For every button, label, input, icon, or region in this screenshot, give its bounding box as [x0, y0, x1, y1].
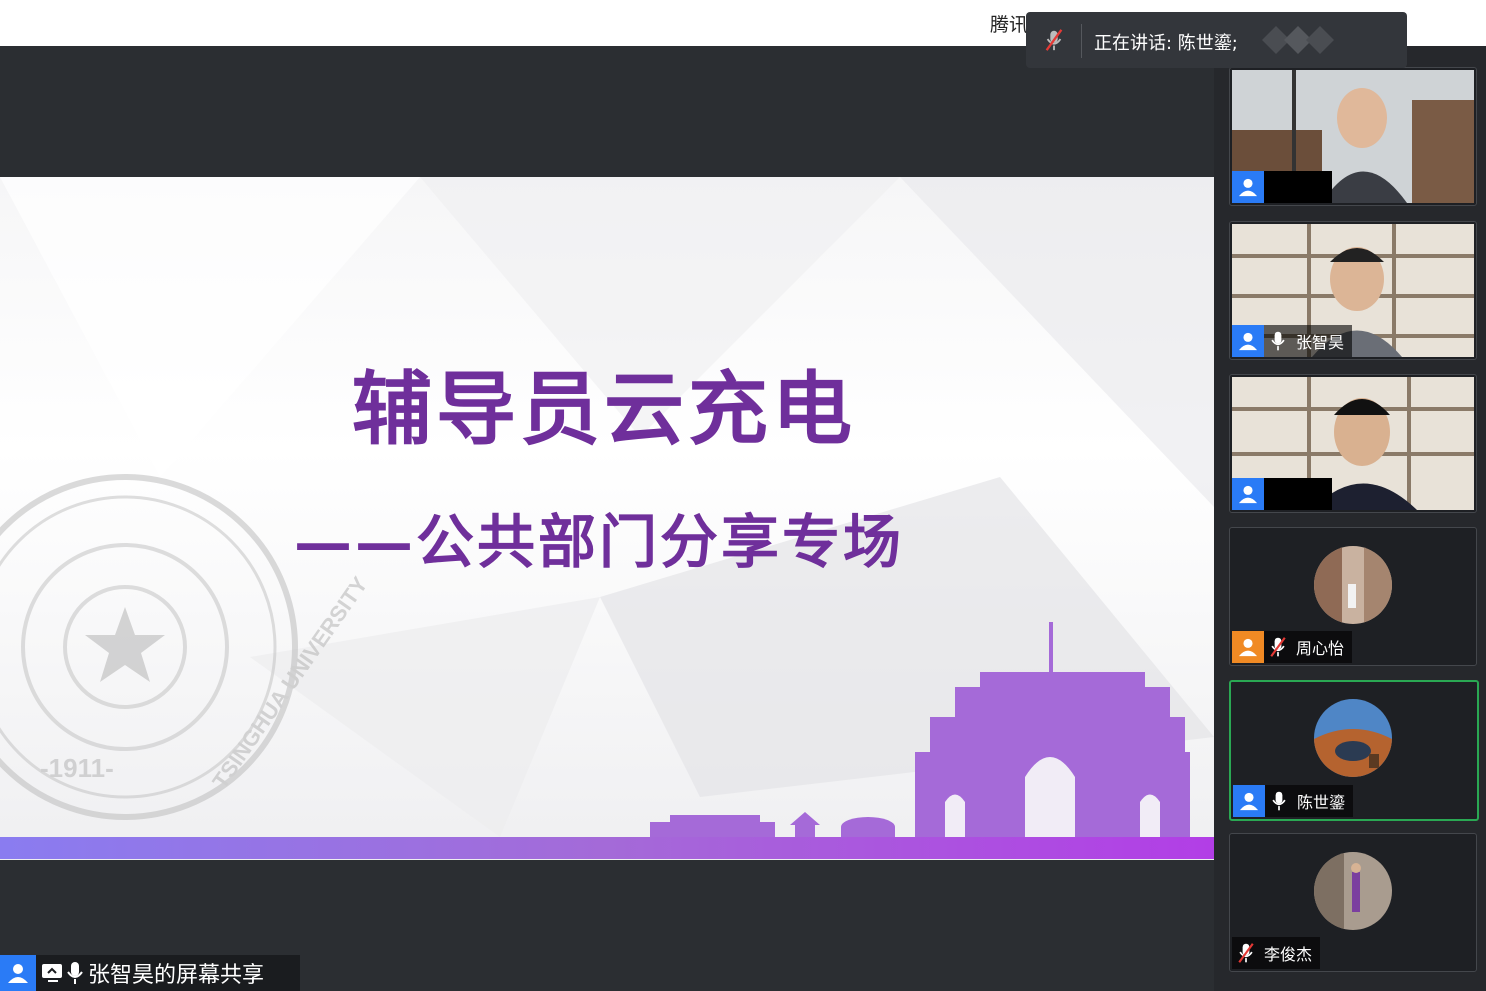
user-icon [1233, 785, 1265, 817]
participant-tile-active[interactable]: 陈世鎏 [1229, 680, 1479, 821]
microphone-muted-icon [1232, 937, 1260, 969]
user-icon [1232, 171, 1264, 203]
user-icon [1232, 478, 1264, 510]
user-icon [1232, 325, 1264, 357]
participant-namebar [1232, 171, 1332, 203]
screen-share-icon [42, 964, 62, 982]
participant-namebar: 张智昊 [1232, 325, 1353, 357]
microphone-muted-icon [1264, 631, 1292, 663]
participant-name: 张智昊 [1296, 333, 1345, 352]
participant-tile[interactable]: 周心怡 [1229, 527, 1477, 666]
participant-tile[interactable] [1229, 374, 1477, 513]
speaking-indicator: 正在讲话: 陈世鎏; [1026, 12, 1407, 68]
participant-avatar [1314, 699, 1392, 777]
slide-footer-bar [0, 837, 1214, 859]
microphone-icon [1264, 325, 1292, 357]
participant-avatar [1314, 852, 1392, 930]
redacted-name [1264, 171, 1332, 203]
slide-title: 辅导员云充电 [352, 362, 856, 456]
speaking-text: 正在讲话: 陈世鎏; [1094, 33, 1238, 54]
participant-tile[interactable] [1229, 67, 1477, 206]
participant-namebar: 周心怡 [1232, 631, 1353, 663]
redacted-name-blur [1262, 26, 1334, 54]
participant-name: 李俊杰 [1264, 945, 1313, 964]
slide-subtitle: ——公共部门分享专场 [294, 508, 905, 576]
participant-name: 周心怡 [1296, 639, 1345, 658]
screen-share-text: 张智昊的屏幕共享 [88, 963, 265, 988]
app-title: 腾讯 [990, 14, 1029, 36]
divider [1081, 24, 1082, 58]
shared-slide[interactable]: -1911- TSINGHUA UNIVERSITY 辅导员云充电 ——公共部门… [0, 177, 1214, 860]
microphone-muted-icon [1045, 29, 1063, 51]
participant-namebar: 陈世鎏 [1233, 785, 1354, 817]
microphone-icon [67, 962, 83, 984]
user-icon [1232, 631, 1264, 663]
participant-tile[interactable]: 张智昊 [1229, 221, 1477, 360]
microphone-icon [1265, 785, 1293, 817]
redacted-name [1264, 478, 1332, 510]
seal-year: -1911- [40, 753, 114, 783]
participant-name: 陈世鎏 [1297, 793, 1346, 812]
participant-tile[interactable]: 李俊杰 [1229, 833, 1477, 972]
user-icon [0, 955, 36, 991]
screen-share-label: 张智昊的屏幕共享 [0, 955, 300, 991]
participant-avatar [1314, 546, 1392, 624]
participant-namebar: 李俊杰 [1232, 937, 1321, 969]
participant-namebar [1232, 478, 1332, 510]
